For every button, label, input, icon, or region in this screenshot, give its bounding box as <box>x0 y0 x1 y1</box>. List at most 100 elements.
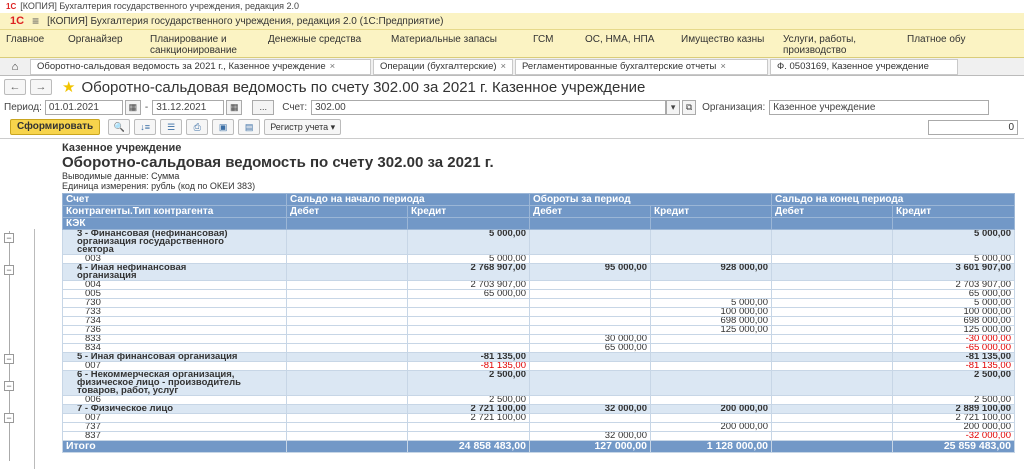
table-row[interactable]: 730 5 000,00 5 000,00 <box>62 298 1015 308</box>
table-row[interactable]: 004 2 703 907,00 2 703 907,00 <box>62 280 1015 290</box>
list-icon[interactable]: ☰ <box>160 119 183 135</box>
section-treasury-property[interactable]: Имущество казны <box>675 30 777 57</box>
group-name-cell: 3 - Финансовая (нефинансовая) организаци… <box>62 229 287 255</box>
favorite-star-icon[interactable]: ★ <box>62 78 75 96</box>
header-credit: Кредит <box>892 205 1015 218</box>
section-planning[interactable]: Планирование и санкционирование <box>144 30 262 57</box>
section-organizer[interactable]: Органайзер <box>62 30 144 57</box>
print-icon[interactable]: ⎙ <box>186 119 209 135</box>
section-paid-education[interactable]: Платное обу <box>901 30 1024 57</box>
amount-cell <box>286 307 408 317</box>
date-to-input[interactable]: 31.12.2021 <box>152 99 225 115</box>
amount-cell: 698 000,00 <box>892 316 1015 326</box>
kek-cell: 007 <box>62 361 287 371</box>
group-name-cell: 5 - Иная финансовая организация <box>62 352 287 362</box>
kek-cell: 733 <box>62 307 287 317</box>
amount-cell <box>771 289 893 299</box>
group-row[interactable]: 3 - Финансовая (нефинансовая) организаци… <box>62 229 1015 255</box>
header-debit: Дебет <box>286 205 408 218</box>
date-from-input[interactable]: 01.01.2021 <box>44 99 123 115</box>
amount-cell <box>529 298 651 308</box>
calendar-icon[interactable]: ▦ <box>226 99 243 115</box>
amount-cell <box>286 431 408 441</box>
organization-input[interactable]: Казенное учреждение <box>769 99 990 115</box>
collapse-icon[interactable]: − <box>4 354 14 364</box>
amount-field[interactable]: 0 <box>928 119 1018 135</box>
back-arrow-icon[interactable]: ← <box>4 79 26 95</box>
open-icon[interactable]: ⧉ <box>682 99 697 115</box>
collapse-icon[interactable]: − <box>4 413 14 423</box>
table-row[interactable]: 837 32 000,00 -32 000,00 <box>62 431 1015 441</box>
register-dropdown[interactable]: Регистр учета ▾ <box>264 119 342 135</box>
amount-cell: 100 000,00 <box>650 307 772 317</box>
table-row[interactable]: 736 125 000,00 125 000,00 <box>62 325 1015 335</box>
kek-cell: 004 <box>62 280 287 290</box>
table-row[interactable]: 734 698 000,00 698 000,00 <box>62 316 1015 326</box>
table-row[interactable]: 737 200 000,00 200 000,00 <box>62 422 1015 432</box>
table-row[interactable]: 007 2 721 100,00 2 721 100,00 <box>62 413 1015 423</box>
header-row: КЭК <box>62 217 1015 230</box>
tab-bar: ⌂ Оборотно-сальдовая ведомость за 2021 г… <box>0 58 1024 76</box>
collapse-icon[interactable]: − <box>4 381 14 391</box>
close-icon[interactable]: × <box>720 61 726 72</box>
section-main[interactable]: Главное <box>0 30 62 57</box>
table-row[interactable]: 005 65 000,00 65 000,00 <box>62 289 1015 299</box>
amount-cell <box>286 280 408 290</box>
group-row[interactable]: 7 - Физическое лицо 2 721 100,00 32 000,00… <box>62 404 1015 414</box>
amount-cell: 2 500,00 <box>892 395 1015 405</box>
group-row[interactable]: 4 - Иная нефинансовая организация 2 768 9… <box>62 263 1015 281</box>
tab-reports[interactable]: Регламентированные бухгалтерские отчеты × <box>515 58 768 75</box>
close-icon[interactable]: × <box>501 61 507 72</box>
close-icon[interactable]: × <box>330 61 336 72</box>
table-row[interactable]: 007 -81 135,00 -81 135,00 <box>62 361 1015 371</box>
section-fixed-assets[interactable]: ОС, НМА, НПА <box>579 30 675 57</box>
tab-0503169[interactable]: Ф. 0503169, Казенное учреждение <box>770 58 958 75</box>
amount-cell <box>407 298 530 308</box>
section-services[interactable]: Услуги, работы, производство <box>777 30 901 57</box>
account-input[interactable]: 302.00 <box>311 99 667 115</box>
search-icon[interactable]: 🔍 <box>108 119 131 135</box>
forward-arrow-icon[interactable]: → <box>30 79 52 95</box>
section-panel: Главное Органайзер Планирование и санкци… <box>0 30 1024 58</box>
header-account: Счет <box>62 193 287 206</box>
amount-cell: 30 000,00 <box>529 334 651 344</box>
chevron-down-icon[interactable]: ▾ <box>666 99 681 115</box>
1c-logo-icon: 1С <box>10 15 25 27</box>
amount-cell: -65 000,00 <box>892 343 1015 353</box>
app-header: 1С ≡ [КОПИЯ] Бухгалтерия государственног… <box>0 13 1024 30</box>
calendar-icon[interactable]: ▦ <box>124 99 141 115</box>
section-cash[interactable]: Денежные средства <box>262 30 385 57</box>
total-amount <box>286 440 408 453</box>
section-materials[interactable]: Материальные запасы <box>385 30 527 57</box>
table-row[interactable]: 833 30 000,00 -30 000,00 <box>62 334 1015 344</box>
generate-button[interactable]: Сформировать <box>10 119 101 135</box>
group-row[interactable]: 6 - Некоммерческая организация, физическ… <box>62 370 1015 396</box>
period-select-button[interactable]: ... <box>252 99 275 115</box>
menu-icon[interactable]: ≡ <box>32 14 39 28</box>
header-row: Счет Сальдо на начало периода Обороты за… <box>62 193 1015 206</box>
amount-cell <box>529 307 651 317</box>
section-fuel[interactable]: ГСМ <box>527 30 579 57</box>
amount-cell <box>407 316 530 326</box>
amount-cell <box>529 413 651 423</box>
group-row[interactable]: 5 - Иная финансовая организация -81 135,0… <box>62 352 1015 362</box>
table-row[interactable]: 006 2 500,00 2 500,00 <box>62 395 1015 405</box>
amount-cell <box>286 298 408 308</box>
amount-cell <box>407 422 530 432</box>
collapse-icon[interactable]: − <box>4 265 14 275</box>
home-icon[interactable]: ⌂ <box>0 61 30 73</box>
table-row[interactable]: 834 65 000,00 -65 000,00 <box>62 343 1015 353</box>
preview-icon[interactable]: ▣ <box>212 119 235 135</box>
save-icon[interactable]: ▤ <box>238 119 261 135</box>
group-name-cell: 4 - Иная нефинансовая организация <box>62 263 287 281</box>
app-logo-icon: 1С <box>6 2 17 11</box>
tab-operations[interactable]: Операции (бухгалтерские) × <box>373 58 513 75</box>
collapse-icon[interactable]: − <box>4 233 14 243</box>
tab-osv[interactable]: Оборотно-сальдовая ведомость за 2021 г.,… <box>30 58 371 75</box>
amount-cell: 95 000,00 <box>529 263 651 281</box>
table-row[interactable]: 003 5 000,00 5 000,00 <box>62 254 1015 264</box>
table-row[interactable]: 733 100 000,00 100 000,00 <box>62 307 1015 317</box>
header-closing: Сальдо на конец периода <box>771 193 1015 206</box>
sort-icon[interactable]: ↓≡ <box>134 119 157 135</box>
page-title: Оборотно-сальдовая ведомость по счету 30… <box>81 78 646 96</box>
